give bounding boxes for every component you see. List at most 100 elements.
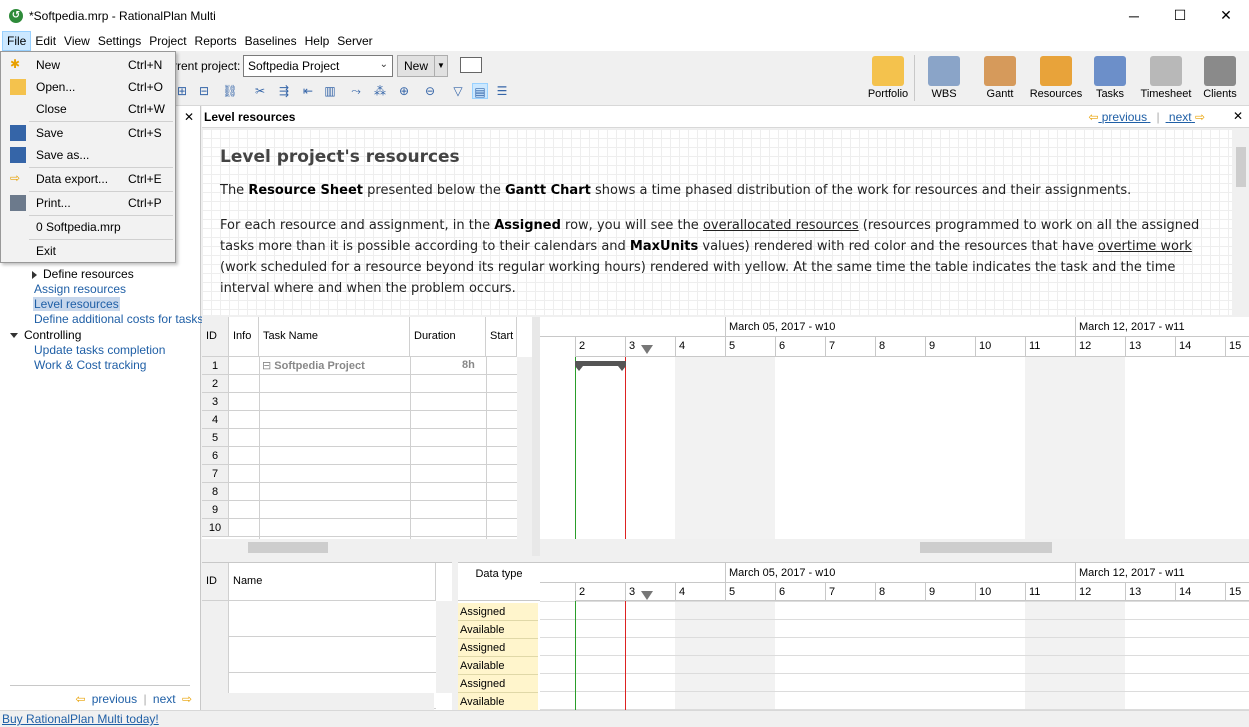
table-row[interactable] — [229, 465, 517, 483]
file-menu-exit[interactable]: Exit — [2, 240, 174, 262]
zoom-out-icon[interactable]: ⊖ — [422, 83, 438, 99]
row-number[interactable]: 4 — [202, 411, 229, 429]
menu-server[interactable]: Server — [333, 31, 376, 51]
view-tasks-button[interactable]: Tasks — [1084, 54, 1136, 104]
splitter[interactable] — [532, 317, 540, 556]
zoom-in-icon[interactable]: ⊕ — [396, 83, 412, 99]
unlink-icon[interactable]: ✂ — [252, 83, 268, 99]
filter-icon[interactable]: ▽ — [450, 83, 466, 99]
file-menu-close[interactable]: Close Ctrl+W — [2, 98, 174, 120]
overtime-link[interactable]: overtime work — [1098, 239, 1192, 254]
close-window-button[interactable]: ✕ — [1203, 0, 1249, 31]
row-number[interactable]: 2 — [202, 375, 229, 393]
file-menu-recent-file[interactable]: 0 Softpedia.mrp — [2, 216, 174, 238]
table-row[interactable] — [229, 375, 517, 393]
file-menu-new[interactable]: ✱ New Ctrl+N — [2, 54, 174, 76]
col-start[interactable]: Start — [486, 317, 517, 357]
row-number[interactable]: 8 — [202, 483, 229, 501]
close-icon[interactable]: ✕ — [1233, 109, 1243, 123]
remove-icon[interactable]: ⊟ — [196, 83, 212, 99]
view-portfolio-button[interactable]: Portfolio — [862, 54, 914, 104]
help-next-link[interactable]: next — [1169, 110, 1192, 124]
file-menu-save-as[interactable]: Save as... — [2, 144, 174, 166]
table-row[interactable] — [229, 483, 517, 501]
project-row-name[interactable]: ⊟ Softpedia Project — [262, 359, 365, 372]
tree-item-assign-resources[interactable]: Assign resources — [34, 282, 126, 296]
view-clients-button[interactable]: Clients — [1194, 54, 1246, 104]
file-menu-save[interactable]: Save Ctrl+S — [2, 122, 174, 144]
table-row[interactable] — [229, 519, 517, 537]
table-row[interactable] — [229, 429, 517, 447]
previous-link[interactable]: previous — [92, 692, 137, 706]
row-number[interactable]: 3 — [202, 393, 229, 411]
split-icon[interactable]: ⁂ — [372, 83, 388, 99]
col-task-name[interactable]: Task Name — [259, 317, 410, 357]
tree-item-level-resources[interactable]: Level resources — [33, 297, 120, 311]
new-project-button[interactable]: New — [397, 55, 435, 77]
tree-item-additional-costs[interactable]: Define additional costs for tasks — [34, 312, 203, 326]
resource-vscroll[interactable] — [436, 601, 452, 693]
res-col-id[interactable]: ID — [202, 563, 229, 601]
row-number[interactable]: 7 — [202, 465, 229, 483]
new-dropdown-icon[interactable]: ▼ — [434, 55, 448, 77]
view-gantt-button[interactable]: Gantt — [974, 54, 1026, 104]
menu-view[interactable]: View — [60, 31, 94, 51]
resource-row[interactable] — [202, 637, 436, 673]
resource-row[interactable] — [202, 601, 436, 637]
tree-item-update-completion[interactable]: Update tasks completion — [34, 343, 165, 357]
table-row[interactable] — [229, 411, 517, 429]
add-icon[interactable]: ⊞ — [174, 83, 190, 99]
row-number[interactable]: 1 — [202, 357, 229, 375]
tree-item-define-resources[interactable]: Define resources — [32, 267, 134, 281]
outdent-icon[interactable]: ⇤ — [300, 83, 316, 99]
view-resources-button[interactable]: Resources — [1028, 54, 1084, 104]
help-title: Level resources — [204, 110, 296, 124]
columns-icon[interactable]: ▥ — [322, 83, 338, 99]
table-row[interactable] — [229, 447, 517, 465]
task-table-hscroll[interactable] — [202, 539, 518, 556]
col-info[interactable]: Info — [229, 317, 259, 357]
menu-project[interactable]: Project — [145, 31, 190, 51]
menu-file[interactable]: File — [2, 31, 32, 51]
buy-link[interactable]: Buy RationalPlan Multi today! — [2, 712, 159, 726]
col-id[interactable]: ID — [202, 317, 229, 357]
project-summary-bar[interactable] — [575, 361, 626, 371]
next-link[interactable]: next — [153, 692, 176, 706]
notes-icon[interactable]: ☰ — [494, 83, 510, 99]
view-wbs-button[interactable]: WBS — [918, 54, 970, 104]
minimize-button[interactable]: ─ — [1111, 0, 1157, 31]
row-number[interactable]: 6 — [202, 447, 229, 465]
table-row[interactable] — [229, 501, 517, 519]
help-scrollbar[interactable] — [1232, 129, 1249, 315]
close-icon[interactable]: ✕ — [184, 110, 194, 124]
file-menu-print[interactable]: Print... Ctrl+P — [2, 192, 174, 214]
menu-reports[interactable]: Reports — [191, 31, 241, 51]
menu-help[interactable]: Help — [301, 31, 334, 51]
file-menu-open[interactable]: Open... Ctrl+O — [2, 76, 174, 98]
link-icon[interactable]: ⛓ — [222, 83, 238, 99]
row-number[interactable]: 5 — [202, 429, 229, 447]
view-timesheet-button[interactable]: Timesheet — [1138, 54, 1194, 104]
menu-edit[interactable]: Edit — [31, 31, 60, 51]
mail-icon[interactable] — [460, 57, 482, 73]
file-menu-data-export[interactable]: ⇨ Data export... Ctrl+E — [2, 168, 174, 190]
task-table-vscroll[interactable] — [517, 357, 532, 539]
gantt-hscroll[interactable] — [540, 539, 1249, 556]
indent-icon[interactable]: ⇶ — [276, 83, 292, 99]
tree-item-controlling[interactable]: Controlling — [10, 328, 81, 342]
menu-settings[interactable]: Settings — [94, 31, 145, 51]
current-project-select[interactable]: Softpedia Project ⌄ — [243, 55, 393, 77]
row-number[interactable]: 9 — [202, 501, 229, 519]
critical-path-icon[interactable]: ⤳ — [348, 83, 364, 99]
overallocated-link[interactable]: overallocated resources — [703, 218, 859, 233]
res-col-name[interactable]: Name — [229, 563, 436, 601]
row-number[interactable]: 10 — [202, 519, 229, 537]
col-duration[interactable]: Duration — [410, 317, 486, 357]
table-row[interactable] — [229, 393, 517, 411]
maximize-button[interactable]: ☐ — [1157, 0, 1203, 31]
tree-item-work-cost-tracking[interactable]: Work & Cost tracking — [34, 358, 146, 372]
resource-hscroll[interactable] — [202, 693, 434, 710]
level-view-icon[interactable]: ▤ — [472, 83, 488, 99]
menu-baselines[interactable]: Baselines — [241, 31, 301, 51]
help-previous-link[interactable]: previous — [1102, 110, 1147, 124]
